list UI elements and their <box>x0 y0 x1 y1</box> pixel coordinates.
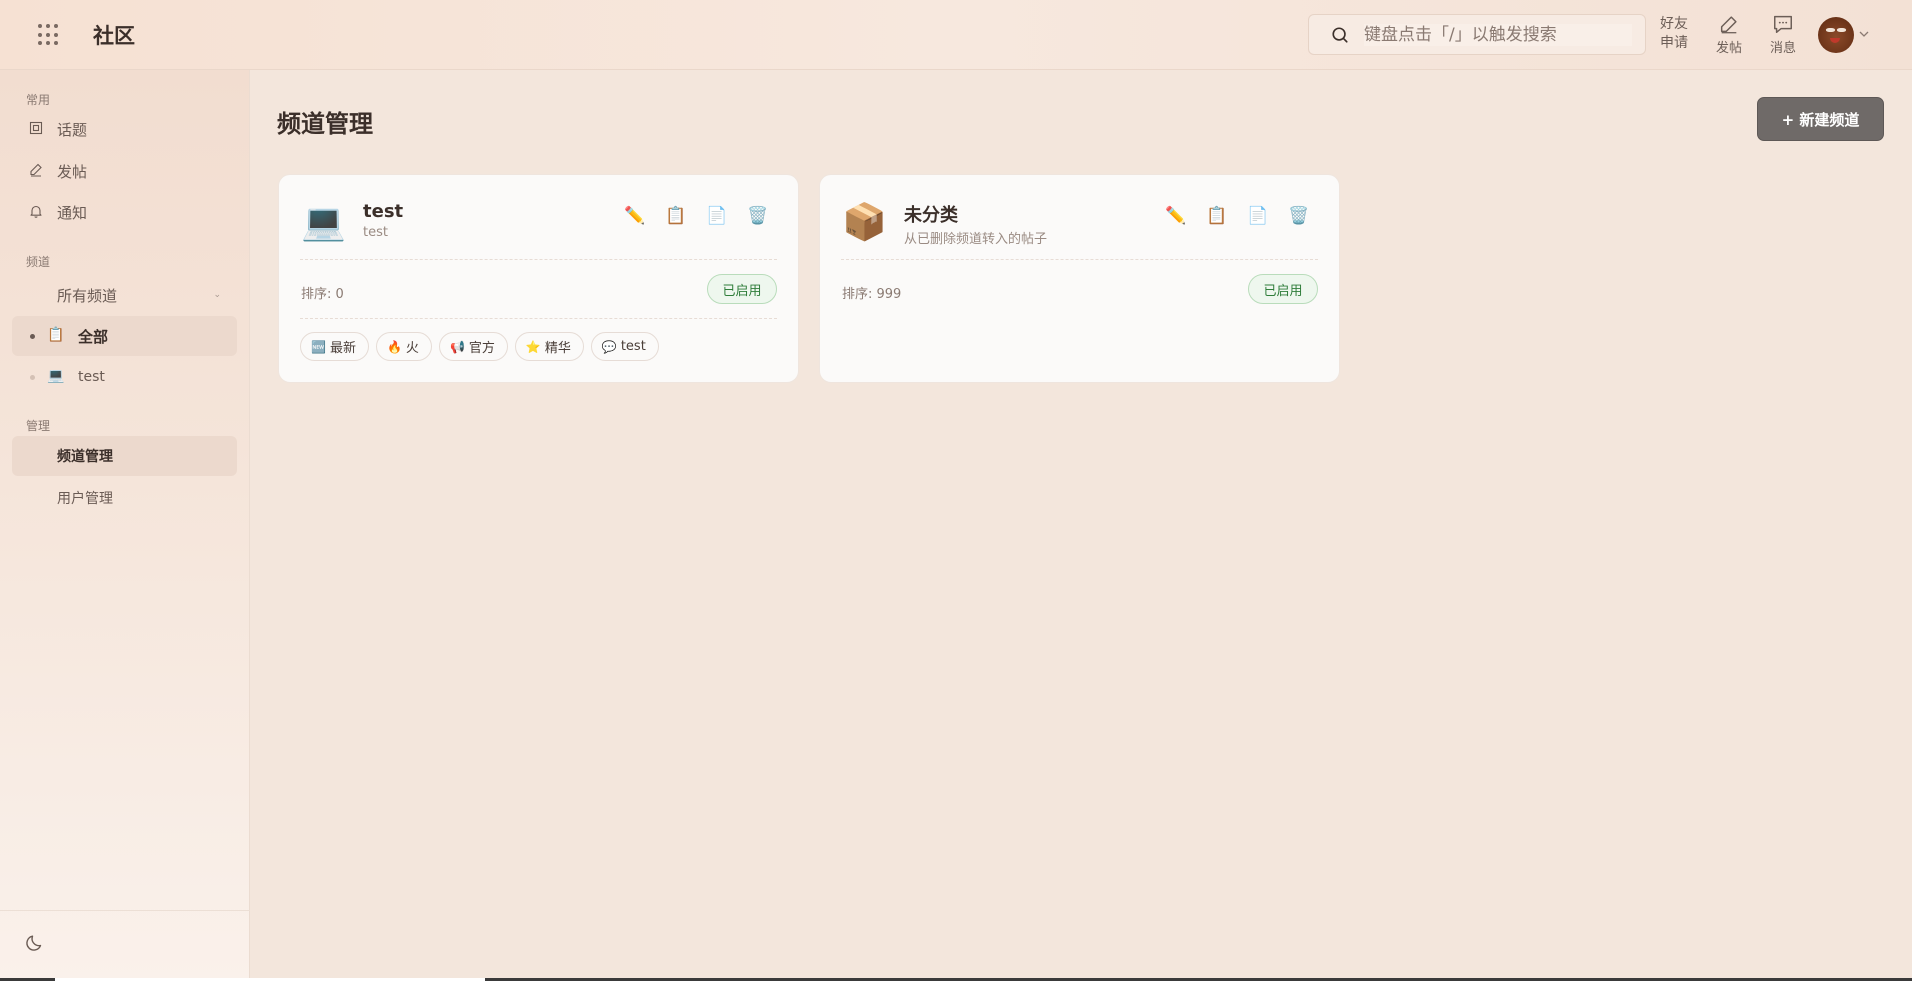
sidebar-item-label: 频道管理 <box>57 449 113 465</box>
sidebar: 常用 话题 发帖 通知 频道 所有频道 ⌄ 📋 全部 💻 test 管理 频道管… <box>0 70 250 981</box>
divider <box>300 259 777 260</box>
divider <box>300 318 777 319</box>
sidebar-item-post[interactable]: 发帖 <box>12 151 237 191</box>
trash-icon[interactable]: 🗑️ <box>747 205 768 227</box>
header-post-button[interactable]: 发帖 <box>1716 13 1742 56</box>
friend-request-label-1: 好友 <box>1660 16 1688 32</box>
brand-title: 社区 <box>93 24 135 48</box>
channel-description: 从已删除频道转入的帖子 <box>904 232 1048 247</box>
channel-actions: ✏️ 📋 📄 🗑️ <box>1165 205 1309 227</box>
star-icon: ⭐ <box>525 339 541 354</box>
moon-icon[interactable] <box>25 933 45 953</box>
clipboard-icon: 📋 <box>47 327 65 343</box>
chevron-down-icon: ⌄ <box>213 290 221 300</box>
tag-label: test <box>620 339 646 354</box>
new-icon: 🆕 <box>311 339 326 354</box>
edit-icon[interactable]: ✏️ <box>624 205 645 227</box>
search-input[interactable] <box>1364 24 1632 46</box>
sidebar-item-label: 用户管理 <box>57 491 113 507</box>
trash-icon[interactable]: 🗑️ <box>1288 205 1309 227</box>
header-message-button[interactable]: 消息 <box>1770 13 1796 56</box>
sidebar-footer <box>0 910 250 981</box>
top-header: 社区 好友 申请 发帖 消息 <box>0 0 1912 70</box>
edit-icon[interactable]: ✏️ <box>1165 205 1186 227</box>
tag-label: 官方 <box>468 341 495 356</box>
tag-hot[interactable]: 🔥 火 <box>375 332 432 361</box>
sidebar-item-label: 所有频道 <box>57 286 118 305</box>
sidebar-item-label: 通知 <box>57 203 88 222</box>
sidebar-item-channel-manage[interactable]: 频道管理 <box>12 436 237 476</box>
new-channel-button[interactable]: + 新建频道 <box>1757 97 1884 141</box>
tag-official[interactable]: 📢 官方 <box>438 332 508 361</box>
tag-latest[interactable]: 🆕 最新 <box>300 332 369 361</box>
search-icon <box>1332 27 1348 43</box>
search-box[interactable] <box>1308 14 1646 55</box>
status-badge: 已启用 <box>1248 274 1318 304</box>
channel-name: test <box>363 201 404 222</box>
status-badge: 已启用 <box>707 274 777 304</box>
friend-request-button[interactable]: 好友 申请 <box>1660 15 1688 53</box>
speech-bubble-icon: 💬 <box>601 339 617 354</box>
sidebar-all-channels-toggle[interactable]: 所有频道 ⌄ <box>12 275 237 315</box>
section-title-common: 常用 <box>26 93 51 107</box>
channel-actions: ✏️ 📋 📄 🗑️ <box>624 205 768 227</box>
sidebar-item-label: 全部 <box>78 327 109 346</box>
chevron-down-icon[interactable] <box>1858 28 1870 40</box>
sidebar-item-label: 发帖 <box>57 162 88 181</box>
message-icon <box>1774 15 1792 33</box>
megaphone-icon: 📢 <box>449 339 465 354</box>
clipboard-icon[interactable]: 📋 <box>1206 205 1227 227</box>
package-icon: 📦 <box>842 202 887 243</box>
friend-request-label-2: 申请 <box>1660 35 1688 51</box>
document-icon[interactable]: 📄 <box>706 205 727 227</box>
topics-icon <box>29 121 43 135</box>
document-icon[interactable]: 📄 <box>1247 205 1268 227</box>
channel-name: 未分类 <box>904 205 958 226</box>
laptop-icon: 💻 <box>47 368 65 384</box>
sidebar-item-user-manage[interactable]: 用户管理 <box>12 478 237 518</box>
apps-grid-icon[interactable] <box>38 24 60 46</box>
section-title-manage: 管理 <box>26 419 51 433</box>
channel-description: test <box>363 225 388 240</box>
channel-card: 📦 未分类 从已删除频道转入的帖子 ✏️ 📋 📄 🗑️ 排序: 999 已启用 <box>819 174 1340 383</box>
tag-test[interactable]: 💬 test <box>590 332 659 361</box>
header-post-label: 发帖 <box>1716 41 1743 56</box>
divider <box>841 259 1318 260</box>
sidebar-channel-all[interactable]: 📋 全部 <box>12 316 237 356</box>
channel-tags: 🆕 最新 🔥 火 📢 官方 ⭐ 精华 💬 test <box>300 332 659 361</box>
channel-card: 💻 test test ✏️ 📋 📄 🗑️ 排序: 0 已启用 🆕 最新 🔥 火… <box>278 174 799 383</box>
sidebar-item-topics[interactable]: 话题 <box>12 109 237 149</box>
bullet-icon <box>30 375 35 380</box>
channel-order: 排序: 0 <box>301 287 344 302</box>
pencil-icon <box>1720 16 1737 34</box>
channel-order: 排序: 999 <box>842 287 902 302</box>
sidebar-item-label: 话题 <box>57 120 88 139</box>
sidebar-channel-test[interactable]: 💻 test <box>12 357 237 397</box>
sidebar-item-notifications[interactable]: 通知 <box>12 192 237 232</box>
bullet-icon <box>30 334 35 339</box>
bell-icon <box>30 205 42 218</box>
clipboard-icon[interactable]: 📋 <box>665 205 686 227</box>
tag-label: 火 <box>405 341 419 356</box>
page-title: 频道管理 <box>277 110 373 138</box>
tag-label: 最新 <box>329 341 356 356</box>
header-message-label: 消息 <box>1770 41 1797 56</box>
user-avatar[interactable] <box>1818 17 1854 53</box>
sidebar-item-label: test <box>78 369 105 385</box>
tag-label: 精华 <box>544 341 571 356</box>
fire-icon: 🔥 <box>386 339 402 354</box>
tag-featured[interactable]: ⭐ 精华 <box>514 332 584 361</box>
laptop-icon: 💻 <box>301 202 346 243</box>
section-title-channels: 频道 <box>26 255 51 269</box>
pencil-icon <box>30 163 42 177</box>
